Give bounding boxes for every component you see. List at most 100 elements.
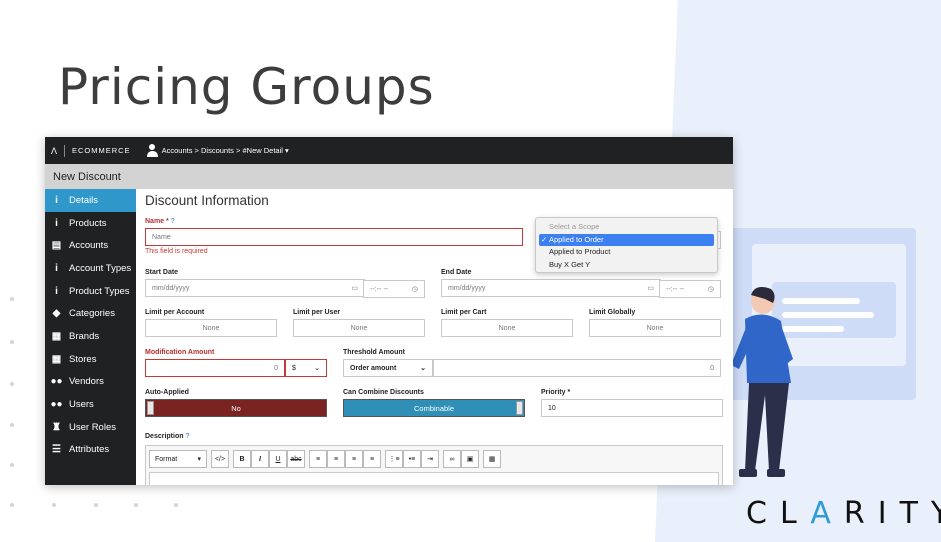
start-date-input[interactable]: mm/dd/yyyy ▭ xyxy=(145,279,365,297)
table-icon[interactable]: ▦ xyxy=(483,450,501,468)
chevron-down-icon: ⌄ xyxy=(314,365,320,372)
help-icon: ? xyxy=(185,433,190,440)
list-icon: ☰ xyxy=(52,444,61,456)
user-icon xyxy=(146,144,158,157)
clock-icon: ◷ xyxy=(707,286,714,293)
limit-per-account-input[interactable]: None xyxy=(145,319,277,337)
auto-applied-label: Auto-Applied xyxy=(145,389,189,396)
help-icon: ? xyxy=(170,218,175,225)
image-icon[interactable]: ▣ xyxy=(461,450,479,468)
align-right-icon[interactable]: ≡ xyxy=(345,450,363,468)
can-combine-label: Can Combine Discounts xyxy=(343,389,424,396)
bold-icon[interactable]: B xyxy=(233,450,251,468)
sidebar-item-stores[interactable]: ▦ Stores xyxy=(45,348,136,371)
scope-dropdown-menu[interactable]: Select a Scope ✓ Applied to Order Applie… xyxy=(535,217,718,273)
chevron-down-icon: ⌄ xyxy=(420,365,426,372)
sidebar-item-label: Products xyxy=(69,217,107,229)
modification-amount-label: Modification Amount xyxy=(145,349,215,356)
strikethrough-icon[interactable]: abc xyxy=(287,450,305,468)
info-icon: i xyxy=(55,217,58,229)
sidebar-item-accounts[interactable]: ▤ Accounts xyxy=(45,234,136,257)
sidebar-item-categories[interactable]: ◆ Categories xyxy=(45,302,136,325)
format-dropdown[interactable]: Format ▾ xyxy=(149,450,207,468)
can-combine-toggle[interactable]: Combinable xyxy=(343,399,525,417)
threshold-type-select[interactable]: Order amount ⌄ xyxy=(343,359,433,377)
code-view-icon[interactable]: </> xyxy=(211,450,229,468)
sidebar-item-products[interactable]: i Products xyxy=(45,212,136,235)
section-title: Discount Information xyxy=(145,193,269,208)
sidebar-item-label: Brands xyxy=(69,330,100,342)
id-card-icon: ▤ xyxy=(51,240,62,252)
align-center-icon[interactable]: ≡ xyxy=(327,450,345,468)
breadcrumb[interactable]: Accounts > Discounts > #New Detail ▾ xyxy=(146,144,289,157)
building-icon: ▦ xyxy=(51,330,62,342)
sidebar-item-account-types[interactable]: i Account Types xyxy=(45,257,136,280)
sidebar-item-label: User Roles xyxy=(69,421,116,433)
modification-amount-input[interactable]: 0 xyxy=(145,359,285,377)
sidebar-item-vendors[interactable]: ●● Vendors xyxy=(45,371,136,394)
decorative-dot xyxy=(10,463,14,467)
app-logo[interactable]: Λ ECOMMERCE xyxy=(45,144,131,157)
italic-icon[interactable]: I xyxy=(251,450,269,468)
sidebar-item-label: Stores xyxy=(69,353,97,365)
ordered-list-icon[interactable]: ⋮≡ xyxy=(385,450,403,468)
users-icon: ●● xyxy=(50,399,63,411)
currency-select[interactable]: $ ⌄ xyxy=(285,359,327,377)
description-textarea[interactable] xyxy=(149,472,719,485)
sidebar-item-users[interactable]: ●● Users xyxy=(45,393,136,416)
sidebar-item-label: Users xyxy=(69,399,94,411)
sidebar: i Details i Products ▤ Accounts i Account Types… xyxy=(45,189,136,485)
logo-text: ECOMMERCE xyxy=(72,146,131,155)
sidebar-item-label: Product Types xyxy=(69,285,130,297)
caret-down-icon: ▾ xyxy=(197,456,201,463)
scope-option-applied-to-order[interactable]: ✓ Applied to Order xyxy=(539,233,714,246)
start-time-input[interactable]: --:-- -- ◷ xyxy=(363,280,425,298)
main-content: Discount Information Name * ? Name This … xyxy=(145,193,725,485)
sidebar-item-details[interactable]: i Details xyxy=(45,189,136,212)
auto-applied-toggle[interactable]: No xyxy=(145,399,327,417)
clock-icon: ◷ xyxy=(411,286,418,293)
bullet-list-icon[interactable]: •≡ xyxy=(403,450,421,468)
info-icon: i xyxy=(55,194,58,206)
scope-option-applied-to-product[interactable]: Applied to Product xyxy=(539,246,714,259)
user-roles-icon: ♜ xyxy=(52,421,61,433)
limit-per-user-input[interactable]: None xyxy=(293,319,425,337)
sidebar-item-label: Categories xyxy=(69,308,115,320)
limit-globally-input[interactable]: None xyxy=(589,319,721,337)
scope-option-placeholder: Select a Scope xyxy=(549,222,600,231)
indent-icon[interactable]: ⇥ xyxy=(421,450,439,468)
logo-divider xyxy=(64,144,66,157)
align-justify-icon[interactable]: ≡ xyxy=(363,450,381,468)
sidebar-item-brands[interactable]: ▦ Brands xyxy=(45,325,136,348)
limit-per-user-label: Limit per User xyxy=(293,309,341,316)
threshold-amount-label: Threshold Amount xyxy=(343,349,405,356)
description-label: Description ? xyxy=(145,433,190,440)
decorative-dot xyxy=(10,340,14,344)
decorative-dot xyxy=(10,382,14,386)
name-input[interactable]: Name xyxy=(145,228,523,246)
decorative-dot xyxy=(52,503,56,507)
sidebar-item-product-types[interactable]: i Product Types xyxy=(45,280,136,303)
limit-per-cart-input[interactable]: None xyxy=(441,319,573,337)
calendar-icon: ▭ xyxy=(647,285,654,292)
sidebar-item-attributes[interactable]: ☰ Attributes xyxy=(45,439,136,462)
link-icon[interactable]: ∞ xyxy=(443,450,461,468)
start-date-label: Start Date xyxy=(145,269,179,276)
underline-icon[interactable]: U xyxy=(269,450,287,468)
align-left-icon[interactable]: ≡ xyxy=(309,450,327,468)
description-editor: Format ▾ </> B I U abc ≡ ≡ ≡ ≡ ⋮≡ •≡ ⇥ ∞ … xyxy=(145,445,723,485)
clarity-logo: CLARITY xyxy=(746,496,941,531)
threshold-value-input[interactable]: 0 xyxy=(433,359,721,377)
decorative-dot xyxy=(10,423,14,427)
name-label: Name * ? xyxy=(145,218,175,225)
top-bar: Λ ECOMMERCE Accounts > Discounts > #New … xyxy=(45,137,733,164)
end-date-input[interactable]: mm/dd/yyyy ▭ xyxy=(441,279,661,297)
limit-per-account-label: Limit per Account xyxy=(145,309,205,316)
sidebar-item-user-roles[interactable]: ♜ User Roles xyxy=(45,416,136,439)
decorative-dot xyxy=(134,503,138,507)
scope-option-buy-x-get-y[interactable]: Buy X Get Y xyxy=(539,259,714,272)
end-time-input[interactable]: --:-- -- ◷ xyxy=(659,280,721,298)
info-icon: i xyxy=(55,285,58,297)
priority-input[interactable]: 10 xyxy=(541,399,723,417)
page-subheader: New Discount xyxy=(45,164,733,189)
